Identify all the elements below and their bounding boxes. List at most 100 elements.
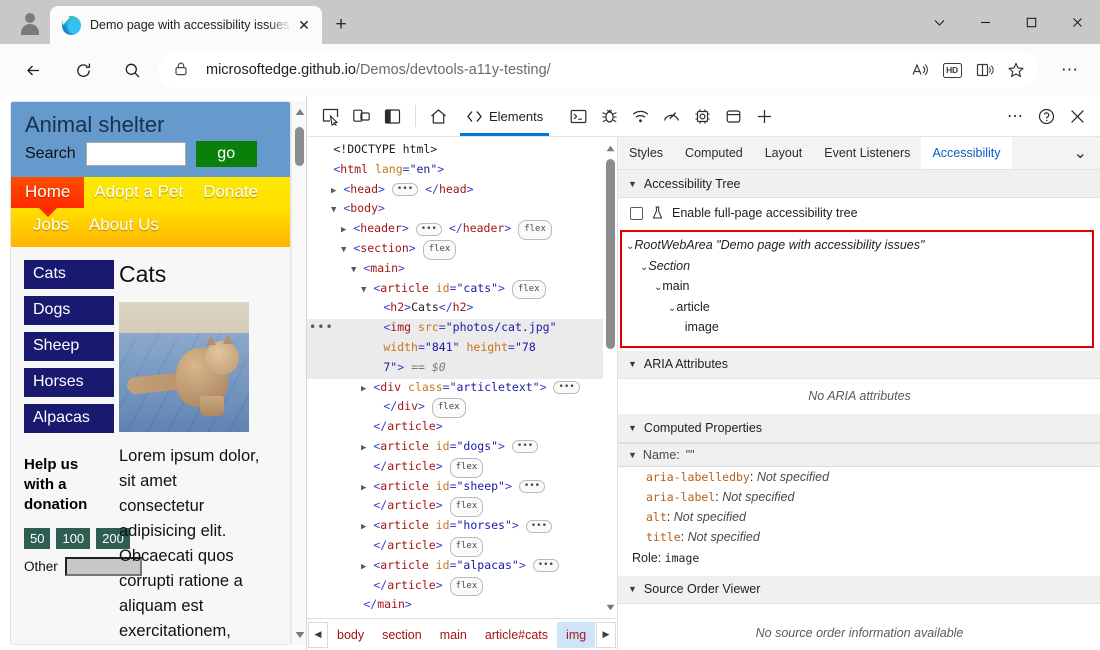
- dom-tree-row[interactable]: </article> flex: [307, 457, 603, 478]
- accessibility-tree-node[interactable]: ⌄Section: [622, 257, 1092, 278]
- tab-computed[interactable]: Computed: [674, 137, 754, 169]
- page-scrollbar-thumb[interactable]: [295, 127, 304, 166]
- inspect-element-icon[interactable]: [315, 101, 346, 132]
- tab-event-listeners[interactable]: Event Listeners: [813, 137, 921, 169]
- browser-tab[interactable]: Demo page with accessibility issues ✕: [50, 6, 322, 44]
- help-icon[interactable]: [1031, 101, 1062, 132]
- category-button-alpacas[interactable]: Alpacas: [24, 404, 114, 433]
- dom-scroll-down-icon[interactable]: [605, 600, 616, 614]
- new-tab-button[interactable]: +: [327, 11, 355, 39]
- performance-icon[interactable]: [656, 101, 687, 132]
- dom-tree-row[interactable]: ••• <img src="photos/cat.jpg": [307, 319, 603, 339]
- nav-item-adopt-a-pet[interactable]: Adopt a Pet: [84, 177, 193, 208]
- tab-layout[interactable]: Layout: [754, 137, 814, 169]
- dom-row-twisty-icon[interactable]: [361, 582, 366, 592]
- category-button-horses[interactable]: Horses: [24, 368, 114, 397]
- dom-row-twisty-icon[interactable]: [371, 344, 376, 354]
- hd-video-icon[interactable]: HD: [937, 55, 967, 85]
- nav-item-donate[interactable]: Donate: [193, 177, 268, 208]
- dom-tree-row[interactable]: ▼ <main>: [307, 260, 603, 280]
- nav-item-home[interactable]: Home: [11, 177, 85, 208]
- computed-name-row[interactable]: ▼ Name: "": [618, 442, 1100, 467]
- dom-row-twisty-icon[interactable]: [321, 166, 326, 176]
- close-window-button[interactable]: [1054, 0, 1100, 44]
- tab-elements[interactable]: Elements: [454, 97, 555, 136]
- dom-scroll-up-icon[interactable]: [605, 141, 616, 155]
- dom-tree-row[interactable]: ▶ <article id="alpacas"> •••: [307, 557, 603, 577]
- dom-row-menu-icon[interactable]: •••: [309, 319, 334, 337]
- section-computed-properties[interactable]: ▼ Computed Properties: [618, 414, 1100, 443]
- scroll-up-arrow-icon[interactable]: [292, 103, 306, 120]
- breadcrumb-item[interactable]: main: [431, 622, 476, 648]
- search-button[interactable]: [115, 53, 149, 87]
- dom-row-twisty-icon[interactable]: [361, 423, 366, 433]
- favorite-star-icon[interactable]: [1001, 55, 1031, 85]
- dom-row-twisty-icon[interactable]: ▼: [361, 285, 366, 295]
- dom-row-twisty-icon[interactable]: ▶: [341, 225, 346, 235]
- tab-styles[interactable]: Styles: [618, 137, 674, 169]
- home-icon[interactable]: [423, 101, 454, 132]
- close-devtools-button[interactable]: [1062, 101, 1093, 132]
- category-button-dogs[interactable]: Dogs: [24, 296, 114, 325]
- dom-tree-row[interactable]: 7"> == $0: [307, 358, 603, 379]
- enable-fullpage-tree-row[interactable]: Enable full-page accessibility tree: [618, 198, 1100, 228]
- accessibility-tree-node[interactable]: image: [622, 318, 1092, 339]
- dom-tree-scrollbar[interactable]: [604, 137, 617, 618]
- dom-row-twisty-icon[interactable]: ▶: [361, 522, 366, 532]
- maximize-button[interactable]: [1008, 0, 1054, 44]
- accessibility-tree-box[interactable]: ⌄RootWebArea "Demo page with accessibili…: [620, 230, 1094, 348]
- network-icon[interactable]: [625, 101, 656, 132]
- accessibility-tree-node[interactable]: ⌄main: [622, 277, 1092, 298]
- url-text[interactable]: microsoftedge.github.io/Demos/devtools-a…: [206, 62, 905, 78]
- dom-row-twisty-icon[interactable]: ▶: [361, 384, 366, 394]
- dom-tree-row[interactable]: <!DOCTYPE html>: [307, 141, 603, 161]
- nav-item-about-us[interactable]: About Us: [79, 210, 169, 241]
- dom-tree-pane[interactable]: <!DOCTYPE html> <html lang="en"> ▶ <head>…: [307, 137, 617, 618]
- immersive-reader-icon[interactable]: [969, 55, 999, 85]
- section-accessibility-tree[interactable]: ▼ Accessibility Tree: [618, 170, 1100, 198]
- dom-row-twisty-icon[interactable]: [361, 463, 366, 473]
- application-icon[interactable]: [718, 101, 749, 132]
- donation-amount-50[interactable]: 50: [24, 528, 51, 549]
- dom-row-twisty-icon[interactable]: ▶: [361, 443, 366, 453]
- device-emulation-icon[interactable]: [346, 101, 377, 132]
- accessibility-tree-node[interactable]: ⌄RootWebArea "Demo page with accessibili…: [622, 236, 1092, 257]
- dom-tree-row[interactable]: </article> flex: [307, 497, 603, 518]
- breadcrumb-item[interactable]: article#cats: [476, 622, 557, 648]
- dom-row-twisty-icon[interactable]: [371, 324, 376, 334]
- dom-row-twisty-icon[interactable]: [351, 601, 356, 611]
- dom-tree-row[interactable]: ▼ <body>: [307, 200, 603, 220]
- breadcrumb-item[interactable]: body: [329, 622, 373, 648]
- dom-row-twisty-icon[interactable]: ▶: [361, 483, 366, 493]
- dom-tree-row[interactable]: ▼ <article id="cats"> flex: [307, 279, 603, 300]
- breadcrumb-scroll-right-icon[interactable]: ▶: [596, 621, 616, 648]
- dom-row-twisty-icon[interactable]: [361, 542, 366, 552]
- dom-tree-row[interactable]: </article>: [307, 418, 603, 438]
- dom-row-twisty-icon[interactable]: [321, 146, 326, 156]
- dom-tree-row[interactable]: </div> flex: [307, 398, 603, 419]
- site-search-input[interactable]: [85, 142, 186, 166]
- devtools-more-button[interactable]: ⋯: [1000, 101, 1031, 132]
- dom-tree-row[interactable]: ▶ <header> ••• </header> flex: [307, 220, 603, 240]
- sidebar-more-tabs-chevron-icon[interactable]: ⌄: [1060, 137, 1100, 169]
- enable-fullpage-tree-checkbox[interactable]: [630, 206, 643, 220]
- dom-row-twisty-icon[interactable]: ▼: [351, 265, 356, 275]
- dom-row-twisty-icon[interactable]: [361, 502, 366, 512]
- read-aloud-icon[interactable]: [905, 55, 935, 85]
- debugger-icon[interactable]: [594, 101, 625, 132]
- dom-row-twisty-icon[interactable]: [371, 304, 376, 314]
- url-bar[interactable]: microsoftedge.github.io/Demos/devtools-a…: [158, 52, 1039, 88]
- dom-tree-row[interactable]: ▶ <div class="articletext"> •••: [307, 379, 603, 399]
- tab-actions-chevron-icon[interactable]: [916, 0, 962, 44]
- category-button-cats[interactable]: Cats: [24, 260, 114, 289]
- dom-tree-row[interactable]: ▶ <article id="horses"> •••: [307, 517, 603, 537]
- dom-tree-row[interactable]: </article> flex: [307, 536, 603, 557]
- add-tool-icon[interactable]: [749, 101, 780, 132]
- dom-row-twisty-icon[interactable]: [371, 364, 376, 374]
- donation-amount-100[interactable]: 100: [56, 528, 91, 549]
- minimize-button[interactable]: [962, 0, 1008, 44]
- dom-tree-row[interactable]: ▶ <head> ••• </head>: [307, 181, 603, 201]
- dom-scrollbar-thumb[interactable]: [606, 159, 615, 349]
- breadcrumb-scroll-left-icon[interactable]: ◀: [308, 621, 328, 648]
- page-scrollbar[interactable]: [291, 101, 306, 645]
